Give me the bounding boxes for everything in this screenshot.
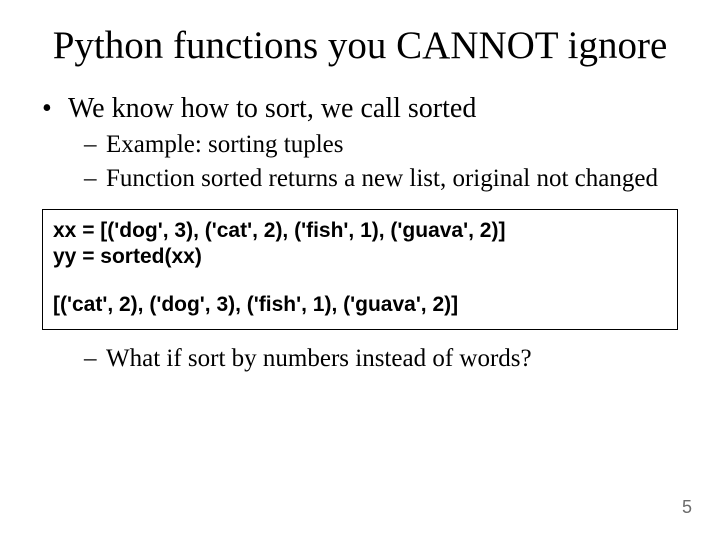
bullet-marker: • — [40, 91, 68, 126]
bullet-text: What if sort by numbers instead of words… — [106, 344, 532, 375]
slide-title: Python functions you CANNOT ignore — [40, 24, 680, 69]
bullet-text: Example: sorting tuples — [106, 130, 343, 161]
code-box: xx = [('dog', 3), ('cat', 2), ('fish', 1… — [42, 209, 678, 330]
page-number: 5 — [682, 497, 692, 518]
code-line: yy = sorted(xx) — [53, 244, 667, 270]
dash-marker: – — [84, 344, 106, 375]
bullet-level2: – Example: sorting tuples — [84, 130, 680, 161]
bullet-level2: – Function sorted returns a new list, or… — [84, 164, 680, 195]
slide: Python functions you CANNOT ignore • We … — [0, 0, 720, 540]
bullet-level1: • We know how to sort, we call sorted — [40, 91, 680, 126]
code-line: xx = [('dog', 3), ('cat', 2), ('fish', 1… — [53, 218, 667, 244]
dash-marker: – — [84, 164, 106, 195]
dash-marker: – — [84, 130, 106, 161]
bullet-text: We know how to sort, we call sorted — [68, 91, 476, 126]
bullet-text: Function sorted returns a new list, orig… — [106, 164, 658, 195]
bullet-level2: – What if sort by numbers instead of wor… — [84, 344, 680, 375]
code-output: [('cat', 2), ('dog', 3), ('fish', 1), ('… — [53, 292, 667, 318]
